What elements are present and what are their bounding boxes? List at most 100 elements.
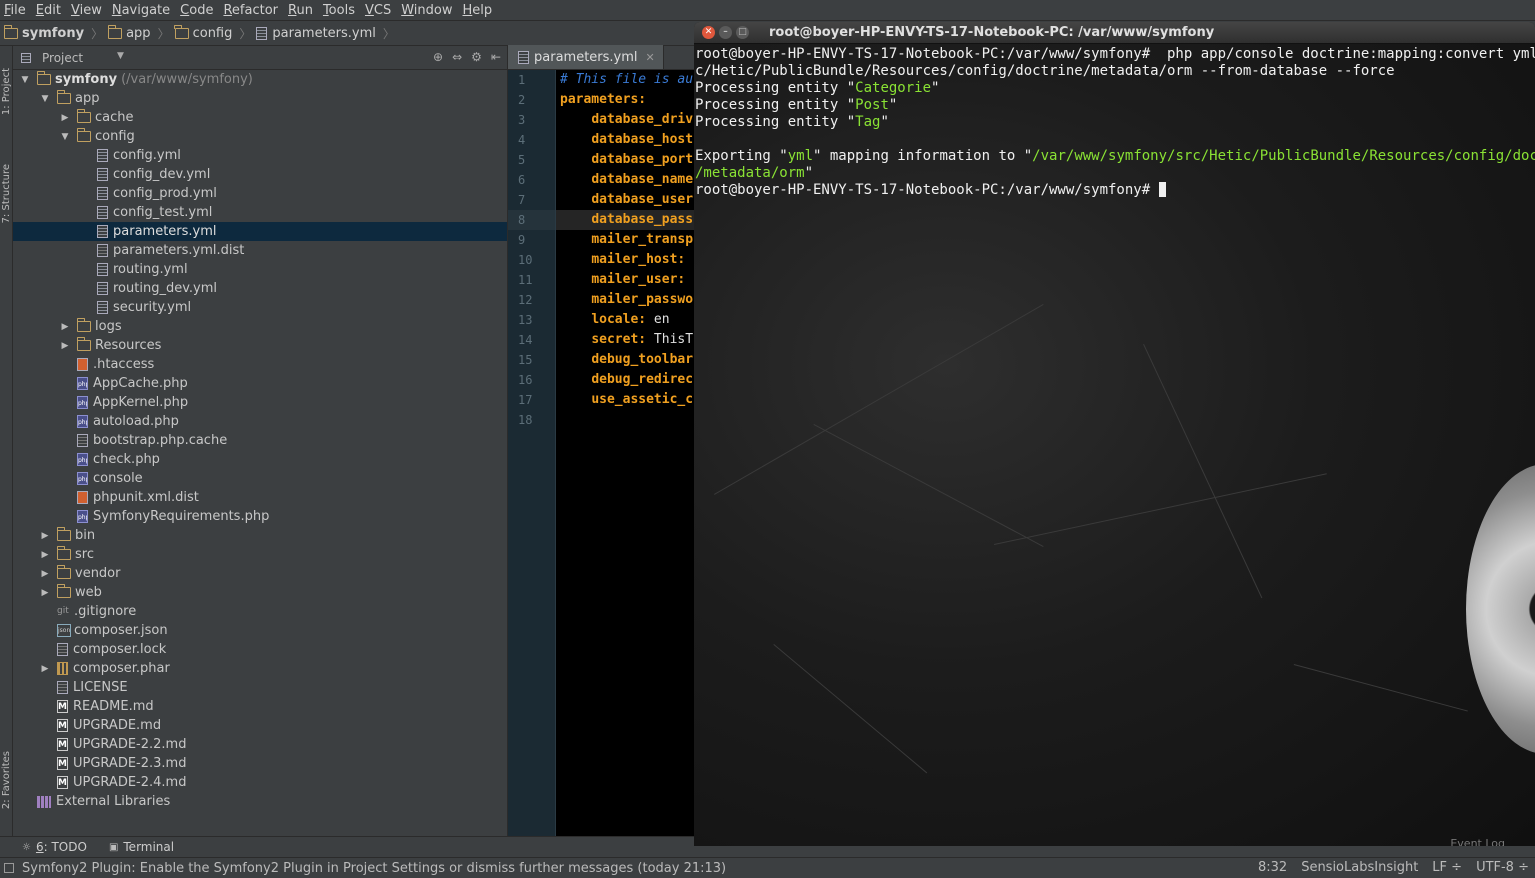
tree-row[interactable]: git .gitignore (13, 602, 507, 621)
collapsed-arrow-icon[interactable]: ▶ (59, 341, 71, 351)
tree-row[interactable]: ▶ src (13, 545, 507, 564)
tree-row[interactable]: ▶ bin (13, 526, 507, 545)
tree-row[interactable]: M UPGRADE-2.2.md (13, 735, 507, 754)
menu-file[interactable]: File (0, 3, 32, 18)
tree-row[interactable]: json composer.json (13, 621, 507, 640)
hide-panel-icon[interactable]: ⇤ (491, 50, 501, 64)
terminal-body[interactable]: root@boyer-HP-ENVY-TS-17-Notebook-PC:/va… (694, 44, 1535, 846)
tree-row[interactable]: LICENSE (13, 678, 507, 697)
menu-window[interactable]: Window (397, 3, 458, 18)
tree-row[interactable]: routing.yml (13, 260, 507, 279)
tree-row[interactable]: bootstrap.php.cache (13, 431, 507, 450)
tree-row[interactable]: phpunit.xml.dist (13, 488, 507, 507)
collapsed-arrow-icon[interactable]: ▶ (59, 322, 71, 332)
code-line[interactable]: parameters: (556, 90, 698, 110)
todo-tool-tab[interactable]: ☼ 6: TODO (22, 840, 87, 854)
tree-row[interactable]: php SymfonyRequirements.php (13, 507, 507, 526)
tree-row[interactable]: ▶ logs (13, 317, 507, 336)
collapsed-arrow-icon[interactable]: ▶ (39, 550, 51, 560)
maximize-window-button[interactable]: □ (736, 26, 749, 39)
toggle-tool-windows-icon[interactable] (4, 863, 14, 873)
breadcrumb-item-2[interactable]: config (174, 24, 232, 41)
code-line[interactable]: database_port (556, 150, 698, 170)
code-line[interactable]: use_assetic_c (556, 390, 698, 410)
close-window-button[interactable]: ✕ (702, 26, 715, 39)
expanded-arrow-icon[interactable]: ▼ (39, 94, 51, 104)
code-line[interactable]: database_name (556, 170, 698, 190)
tree-row[interactable]: External Libraries (13, 792, 507, 811)
editor-tab-parameters[interactable]: parameters.yml ✕ (508, 45, 664, 69)
code-line[interactable]: secret: ThisT (556, 330, 698, 350)
menu-tools[interactable]: Tools (319, 3, 361, 18)
file-encoding[interactable]: UTF-8 ÷ (1476, 860, 1529, 875)
tree-row[interactable]: ▶ cache (13, 108, 507, 127)
menu-code[interactable]: Code (176, 3, 219, 18)
chevron-down-icon[interactable]: ▼ (117, 51, 124, 61)
code-line[interactable]: database_driv (556, 110, 698, 130)
collapsed-arrow-icon[interactable]: ▶ (59, 113, 71, 123)
code-line[interactable]: locale: en (556, 310, 698, 330)
sensiolabs-insight[interactable]: SensioLabsInsight (1301, 860, 1418, 875)
tree-row[interactable]: parameters.yml (13, 222, 507, 241)
menu-vcs[interactable]: VCS (361, 3, 397, 18)
tree-row[interactable]: ▶ web (13, 583, 507, 602)
tree-row[interactable]: ▶ Resources (13, 336, 507, 355)
tree-row[interactable]: ▼ app (13, 89, 507, 108)
tree-row[interactable]: M UPGRADE.md (13, 716, 507, 735)
gear-icon[interactable]: ⚙ (471, 50, 482, 64)
tree-row[interactable]: ▼ symfony (/var/www/symfony) (13, 70, 507, 89)
code-line[interactable] (556, 410, 698, 430)
tree-row[interactable]: M UPGRADE-2.3.md (13, 754, 507, 773)
code-line[interactable]: database_user (556, 190, 698, 210)
collapse-icon[interactable]: ⇔ (452, 50, 462, 64)
tree-row[interactable]: security.yml (13, 298, 507, 317)
tree-row[interactable]: composer.lock (13, 640, 507, 659)
tree-row[interactable]: parameters.yml.dist (13, 241, 507, 260)
collapsed-arrow-icon[interactable]: ▶ (39, 664, 51, 674)
locate-icon[interactable]: ⊕ (433, 50, 443, 64)
collapsed-arrow-icon[interactable]: ▶ (39, 569, 51, 579)
tree-row[interactable]: php check.php (13, 450, 507, 469)
tool-tab-structure[interactable]: 7: Structure (0, 164, 13, 223)
code-line[interactable]: debug_redirec (556, 370, 698, 390)
tree-row[interactable]: php autoload.php (13, 412, 507, 431)
tree-row[interactable]: .htaccess (13, 355, 507, 374)
minimize-window-button[interactable]: – (719, 26, 732, 39)
tree-row[interactable]: M README.md (13, 697, 507, 716)
menu-navigate[interactable]: Navigate (108, 3, 176, 18)
tree-row[interactable]: ▶ composer.phar (13, 659, 507, 678)
code-line[interactable]: database_host (556, 130, 698, 150)
menu-view[interactable]: View (67, 3, 108, 18)
code-line[interactable]: database_pass (556, 210, 698, 230)
line-separator[interactable]: LF ÷ (1432, 860, 1462, 875)
collapsed-arrow-icon[interactable]: ▶ (39, 588, 51, 598)
tree-row[interactable]: config_prod.yml (13, 184, 507, 203)
close-icon[interactable]: ✕ (646, 51, 655, 64)
tree-row[interactable]: php AppKernel.php (13, 393, 507, 412)
status-message[interactable]: Symfony2 Plugin: Enable the Symfony2 Plu… (22, 861, 726, 876)
breadcrumb-item-0[interactable]: symfony (3, 24, 84, 41)
tool-tab-favorites[interactable]: 2: Favorites (0, 751, 13, 809)
tree-row[interactable]: M UPGRADE-2.4.md (13, 773, 507, 792)
tree-row[interactable]: ▶ vendor (13, 564, 507, 583)
tree-row[interactable]: php console (13, 469, 507, 488)
expanded-arrow-icon[interactable]: ▼ (59, 132, 71, 142)
code-area[interactable]: # This file is au parameters: database_dr… (556, 70, 698, 836)
terminal-window[interactable]: ✕ – □ root@boyer-HP-ENVY-TS-17-Notebook-… (694, 22, 1535, 846)
terminal-tool-tab[interactable]: ▣ Terminal (109, 840, 174, 854)
code-line[interactable]: debug_toolbar (556, 350, 698, 370)
project-view-selector[interactable]: Project (42, 51, 83, 65)
event-log-label[interactable]: Event Log (1450, 837, 1505, 846)
code-line[interactable]: mailer_passwo (556, 290, 698, 310)
caret-position[interactable]: 8:32 (1258, 860, 1287, 875)
code-line[interactable]: mailer_host: (556, 250, 698, 270)
tree-row[interactable]: config_test.yml (13, 203, 507, 222)
code-line[interactable]: # This file is au (556, 70, 698, 90)
tree-row[interactable]: config.yml (13, 146, 507, 165)
expanded-arrow-icon[interactable]: ▼ (19, 75, 31, 85)
tool-tab-project[interactable]: 1: Project (0, 68, 13, 115)
tree-row[interactable]: php AppCache.php (13, 374, 507, 393)
tree-row[interactable]: routing_dev.yml (13, 279, 507, 298)
menu-help[interactable]: Help (459, 3, 499, 18)
code-line[interactable]: mailer_user: (556, 270, 698, 290)
